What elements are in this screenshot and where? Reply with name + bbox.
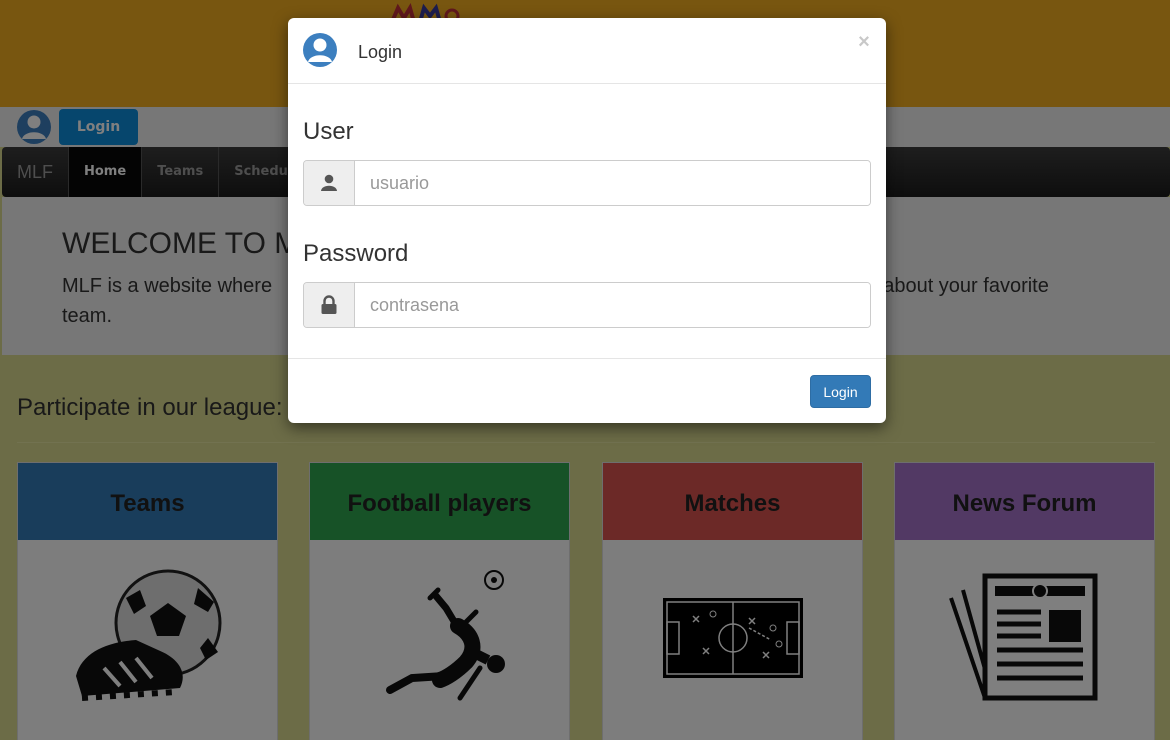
password-input-group	[303, 282, 871, 328]
modal-header: Login ×	[288, 18, 886, 84]
login-submit-button[interactable]: Login	[810, 375, 871, 408]
lock-icon	[304, 283, 355, 327]
password-label: Password	[303, 240, 409, 267]
modal-footer: Login	[288, 358, 886, 423]
user-input-group	[303, 160, 871, 206]
password-input[interactable]	[355, 283, 870, 327]
user-label: User	[303, 118, 354, 145]
close-button[interactable]: ×	[852, 30, 876, 54]
user-icon	[304, 161, 355, 205]
username-input[interactable]	[355, 161, 870, 205]
user-avatar-icon	[302, 32, 338, 68]
modal-title: Login	[358, 42, 403, 62]
login-modal: Login × User Password Login	[288, 18, 886, 423]
